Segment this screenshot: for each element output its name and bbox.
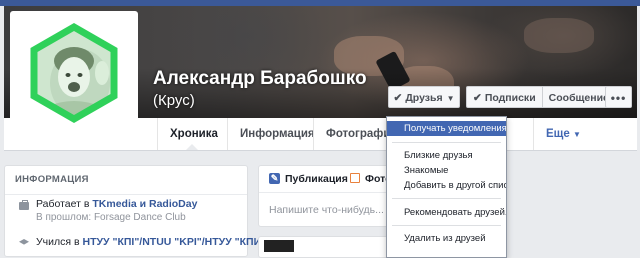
more-options-button[interactable]: •••	[605, 86, 632, 108]
menu-item-get-notifications[interactable]: Получать уведомления	[387, 121, 506, 136]
tab-about[interactable]: Информация	[227, 118, 315, 150]
work-past: В прошлом: Forsage Dance Club	[36, 212, 186, 223]
profile-nickname: (Крус)	[153, 92, 195, 109]
menu-divider	[392, 225, 501, 226]
menu-divider	[392, 198, 501, 199]
work-prefix: Работает в	[36, 198, 93, 210]
work-row: Работает в TKmedia и RadioDay	[36, 198, 197, 210]
follow-message-group: ✔ Подписки Сообщение	[466, 86, 616, 108]
study-row: Учился в НТУУ "КПІ"/NTUU "KPI"/НТУУ "КПИ…	[36, 236, 266, 248]
friends-button[interactable]: ✔ Друзья ▼	[388, 86, 460, 108]
follow-label: Подписки	[484, 92, 536, 104]
composer-card: ✎ Публикация Фото Напишите что-нибудь...	[258, 165, 392, 227]
briefcase-icon	[19, 200, 29, 210]
pencil-icon: ✎	[269, 173, 280, 184]
avatar	[30, 22, 118, 124]
check-icon: ✔	[473, 92, 482, 104]
menu-item-add-to-list[interactable]: Добавить в другой список...	[387, 178, 506, 193]
friends-dropdown-menu: Получать уведомления Близкие друзья Знак…	[386, 116, 507, 258]
composer-tabs: ✎ Публикация Фото	[259, 166, 392, 193]
composer-tab-post[interactable]: Публикация	[285, 166, 348, 192]
graduation-cap-icon	[19, 239, 29, 245]
intro-card: ИНФОРМАЦИЯ Работает в TKmedia и RadioDay…	[4, 165, 266, 257]
composer-input[interactable]: Напишите что-нибудь...	[269, 204, 384, 216]
menu-item-close-friends[interactable]: Близкие друзья	[387, 148, 506, 163]
tab-more[interactable]: Еще ▼	[533, 118, 593, 150]
feed-thumbnail[interactable]	[264, 240, 294, 252]
menu-item-suggest-friends[interactable]: Рекомендовать друзей...	[387, 205, 506, 220]
tab-photos[interactable]: Фотографии	[313, 118, 393, 150]
menu-divider	[392, 142, 501, 143]
more-dots-icon: •••	[610, 91, 627, 105]
chevron-down-icon: ▼	[572, 130, 581, 139]
tab-timeline[interactable]: Хроника	[157, 118, 227, 150]
study-school-link[interactable]: НТУУ "КПІ"/NTUU "KPI"/НТУУ "КПИ"	[82, 236, 266, 248]
photo-icon	[350, 173, 360, 183]
follow-button[interactable]: ✔ Подписки	[466, 86, 543, 108]
check-icon: ✔	[393, 92, 403, 104]
message-label: Сообщение	[548, 92, 609, 104]
friends-label: Друзья	[405, 92, 443, 104]
work-company-link[interactable]: TKmedia и RadioDay	[92, 198, 197, 210]
intro-header: ИНФОРМАЦИЯ	[5, 166, 247, 195]
menu-item-unfriend[interactable]: Удалить из друзей	[387, 231, 506, 246]
study-prefix: Учился в	[36, 236, 83, 248]
tab-more-label: Еще	[546, 128, 570, 140]
profile-name[interactable]: Александр Барабошко	[153, 68, 367, 90]
caret-down-icon: ▼	[446, 94, 455, 103]
profile-picture[interactable]	[10, 11, 138, 131]
menu-item-acquaintances[interactable]: Знакомые	[387, 163, 506, 178]
